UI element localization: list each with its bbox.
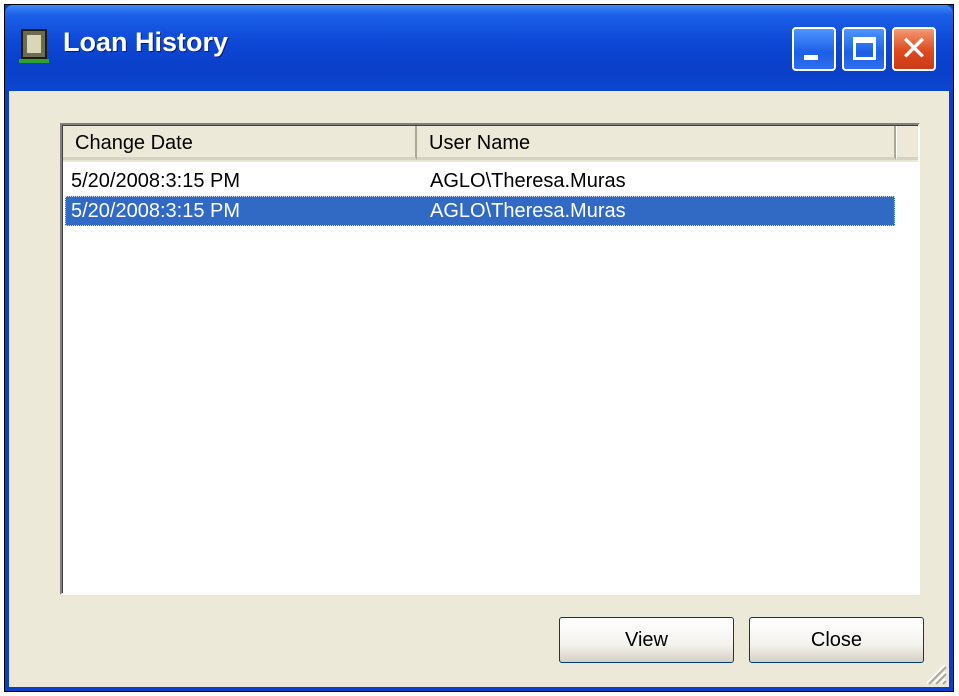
resize-grip-icon[interactable]: [921, 659, 947, 685]
loan-history-window: Loan History ✕ Change Date User Name 5/2…: [4, 4, 954, 692]
maximize-icon: [853, 37, 876, 60]
close-button[interactable]: Close: [749, 617, 924, 663]
minimize-icon: [804, 55, 818, 60]
user-name-cell: AGLO\Theresa.Muras: [430, 170, 626, 192]
column-header-filler: [896, 126, 918, 160]
window-title: Loan History: [63, 27, 229, 57]
column-header-user-name[interactable]: User Name: [417, 126, 896, 160]
change-date-cell: 5/20/2008:3:15 PM: [71, 200, 241, 222]
minimize-button[interactable]: [792, 27, 836, 71]
dialog-body: Change Date User Name 5/20/2008:3:15 PM …: [9, 91, 949, 687]
user-name-cell: AGLO\Theresa.Muras: [430, 200, 626, 222]
close-window-button[interactable]: ✕: [892, 27, 936, 71]
app-icon: [19, 29, 49, 63]
column-header-change-date[interactable]: Change Date: [63, 126, 417, 160]
close-icon: ✕: [899, 30, 929, 68]
view-button[interactable]: View: [559, 617, 734, 663]
list-row-selected[interactable]: 5/20/2008:3:15 PM AGLO\Theresa.Muras: [65, 196, 895, 226]
list-header: Change Date User Name: [63, 126, 918, 162]
title-bar[interactable]: Loan History ✕: [5, 5, 953, 91]
maximize-button[interactable]: [842, 27, 886, 71]
change-date-cell: 5/20/2008:3:15 PM: [71, 170, 241, 192]
list-row[interactable]: 5/20/2008:3:15 PM AGLO\Theresa.Muras: [65, 166, 895, 196]
loan-history-list[interactable]: Change Date User Name 5/20/2008:3:15 PM …: [60, 123, 920, 595]
